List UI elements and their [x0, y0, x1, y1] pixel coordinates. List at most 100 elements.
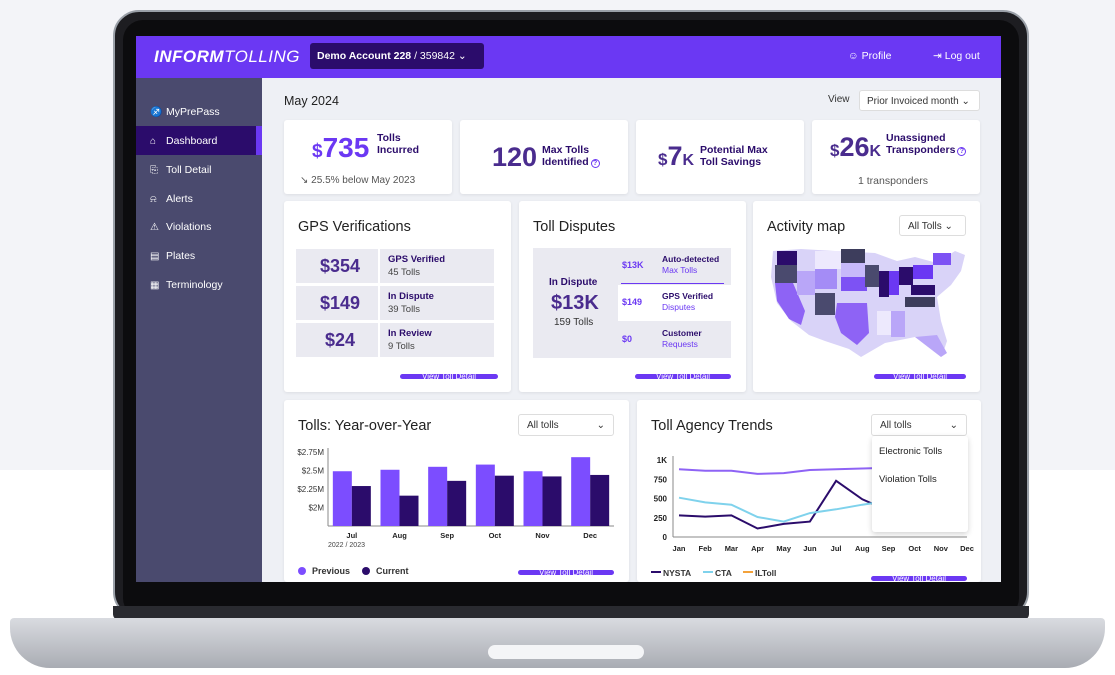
- sidebar-item-myprepass[interactable]: ♐ MyPrePass: [136, 97, 262, 126]
- map-state[interactable]: [933, 253, 951, 265]
- view-toll-detail-link[interactable]: View Toll Detail: [400, 374, 498, 379]
- trends-filter-dropdown: Electronic Tolls Violation Tolls: [872, 436, 968, 532]
- map-state[interactable]: [891, 311, 905, 337]
- help-icon[interactable]: ?: [590, 159, 600, 168]
- view-toll-detail-link[interactable]: View Toll Detail: [874, 374, 966, 379]
- view-label: View: [828, 94, 850, 105]
- trends-filter-select[interactable]: All tolls ⌄: [871, 414, 967, 436]
- tolls-yoy-card: Tolls: Year-over-Year All tolls ⌄ $2.75M $…: [284, 400, 629, 582]
- y-tick-label: 500: [654, 495, 668, 504]
- gps-row[interactable]: $354 GPS Verified 45 Tolls: [296, 249, 494, 283]
- laptop-base: [10, 618, 1105, 668]
- yoy-filter-select[interactable]: All tolls ⌄: [518, 414, 614, 436]
- legend-dot: [362, 567, 370, 575]
- chevron-down-icon: ⌄: [949, 420, 958, 431]
- profile-link[interactable]: ☺ Profile: [848, 50, 891, 62]
- view-toll-detail-link[interactable]: View Toll Detail: [518, 570, 614, 575]
- yoy-bar-chart[interactable]: $2.75M $2.5M $2.25M $2M Jul Aug Sep Oct Nov Dec: [284, 440, 629, 555]
- bar-previous: [571, 457, 591, 526]
- y-tick-label: 750: [654, 475, 668, 484]
- map-state[interactable]: [777, 251, 797, 265]
- us-activity-map[interactable]: [765, 241, 969, 371]
- help-icon[interactable]: ?: [957, 147, 967, 156]
- dispute-row[interactable]: $0 Customer Requests: [618, 322, 731, 358]
- dropdown-option-violation[interactable]: Violation Tolls: [879, 474, 937, 485]
- x-tick-label: Jul: [346, 531, 357, 540]
- map-state[interactable]: [877, 311, 891, 335]
- bar-previous: [523, 471, 543, 526]
- bar-previous: [380, 469, 400, 526]
- card-title: Toll Agency Trends: [651, 418, 773, 434]
- legend-dot: [298, 567, 306, 575]
- x-tick-label: Jan: [673, 544, 686, 553]
- x-tick-label: Oct: [908, 544, 921, 553]
- legend-iltoll: ILToll: [743, 568, 776, 578]
- bar-current: [590, 474, 610, 526]
- sidebar-item-alerts[interactable]: ⍾ Alerts: [136, 184, 262, 213]
- map-state[interactable]: [775, 265, 797, 283]
- gps-row[interactable]: $24 In Review 9 Tolls: [296, 323, 494, 357]
- dispute-row[interactable]: $149 GPS Verified Disputes: [618, 285, 731, 321]
- map-state[interactable]: [841, 249, 865, 263]
- book-icon: ▦: [150, 280, 160, 291]
- gps-verifications-card: GPS Verifications $354 GPS Verified 45 To…: [284, 201, 511, 392]
- x-tick-label: Sep: [882, 544, 896, 553]
- sidebar-item-dashboard[interactable]: ⌂ Dashboard: [136, 126, 262, 155]
- legend-previous: Previous: [298, 566, 350, 576]
- bar-current: [399, 495, 419, 526]
- map-state[interactable]: [815, 293, 835, 315]
- map-state[interactable]: [841, 291, 867, 303]
- kpi-unassigned-transponders[interactable]: $26K Unassigned Transponders? 1 transpond…: [812, 120, 980, 194]
- card-title: GPS Verifications: [298, 219, 411, 235]
- map-state[interactable]: [905, 297, 935, 307]
- y-tick-label: 1K: [657, 456, 667, 465]
- years-label: 2022 / 2023: [328, 542, 365, 549]
- map-state[interactable]: [797, 271, 815, 295]
- map-state[interactable]: [889, 271, 899, 295]
- logout-icon: ⇥: [933, 50, 942, 62]
- dropdown-option-electronic[interactable]: Electronic Tolls: [879, 446, 942, 457]
- account-selector[interactable]: Demo Account 228 / 359842 ⌄: [310, 43, 484, 69]
- map-state[interactable]: [905, 313, 921, 333]
- view-toll-detail-link[interactable]: View Toll Detail: [871, 576, 967, 581]
- x-tick-label: May: [776, 544, 791, 553]
- plate-icon: ▤: [150, 251, 160, 262]
- map-state[interactable]: [815, 251, 841, 269]
- x-tick-label: Jun: [803, 544, 817, 553]
- y-tick-label: $2.5M: [302, 467, 325, 476]
- kpi-max-tolls[interactable]: 120 Max Tolls Identified?: [460, 120, 628, 194]
- x-tick-label: Aug: [392, 531, 407, 540]
- card-title: Activity map: [767, 219, 846, 235]
- map-state[interactable]: [815, 269, 837, 289]
- gps-row[interactable]: $149 In Dispute 39 Tolls: [296, 286, 494, 320]
- logout-link[interactable]: ⇥ Log out: [933, 50, 980, 62]
- sidebar-item-violations[interactable]: ⚠ Violations: [136, 212, 262, 241]
- sidebar: ♐ MyPrePass ⌂ Dashboard ⎘ Toll Detail ⍾ Aler…: [136, 78, 262, 582]
- kpi-tolls-incurred[interactable]: $735 Tolls Incurred ↘ 25.5% below May 202…: [284, 120, 452, 194]
- map-state[interactable]: [913, 265, 933, 279]
- bar-previous: [332, 471, 352, 526]
- map-state[interactable]: [841, 277, 867, 291]
- map-state[interactable]: [865, 265, 879, 287]
- map-filter-select[interactable]: All Tolls ⌄: [899, 215, 966, 236]
- chevron-down-icon: ⌄: [596, 420, 605, 431]
- view-toll-detail-link[interactable]: View Toll Detail: [635, 374, 731, 379]
- kpi-toll-savings[interactable]: $7K Potential Max Toll Savings: [636, 120, 804, 194]
- map-state[interactable]: [911, 285, 935, 295]
- map-state[interactable]: [879, 271, 889, 297]
- legend-nysta: NYSTA: [651, 568, 691, 578]
- chevron-down-icon: ⌄: [961, 96, 970, 107]
- map-state[interactable]: [841, 263, 865, 277]
- sidebar-item-plates[interactable]: ▤ Plates: [136, 241, 262, 270]
- page-title: May 2024: [284, 94, 339, 108]
- chevron-down-icon: ⌄: [944, 221, 953, 232]
- view-select[interactable]: Prior Invoiced month ⌄: [859, 90, 980, 111]
- app-logo: INFORMTOLLING: [154, 47, 300, 66]
- sidebar-item-toll-detail[interactable]: ⎘ Toll Detail: [136, 155, 262, 184]
- map-state[interactable]: [899, 267, 913, 285]
- y-tick-label: 250: [654, 514, 668, 523]
- dispute-row[interactable]: $13K Auto-detected Max Tolls: [618, 248, 731, 284]
- x-tick-label: Apr: [751, 544, 764, 553]
- user-icon: ☺: [848, 50, 859, 62]
- sidebar-item-terminology[interactable]: ▦ Terminology: [136, 270, 262, 299]
